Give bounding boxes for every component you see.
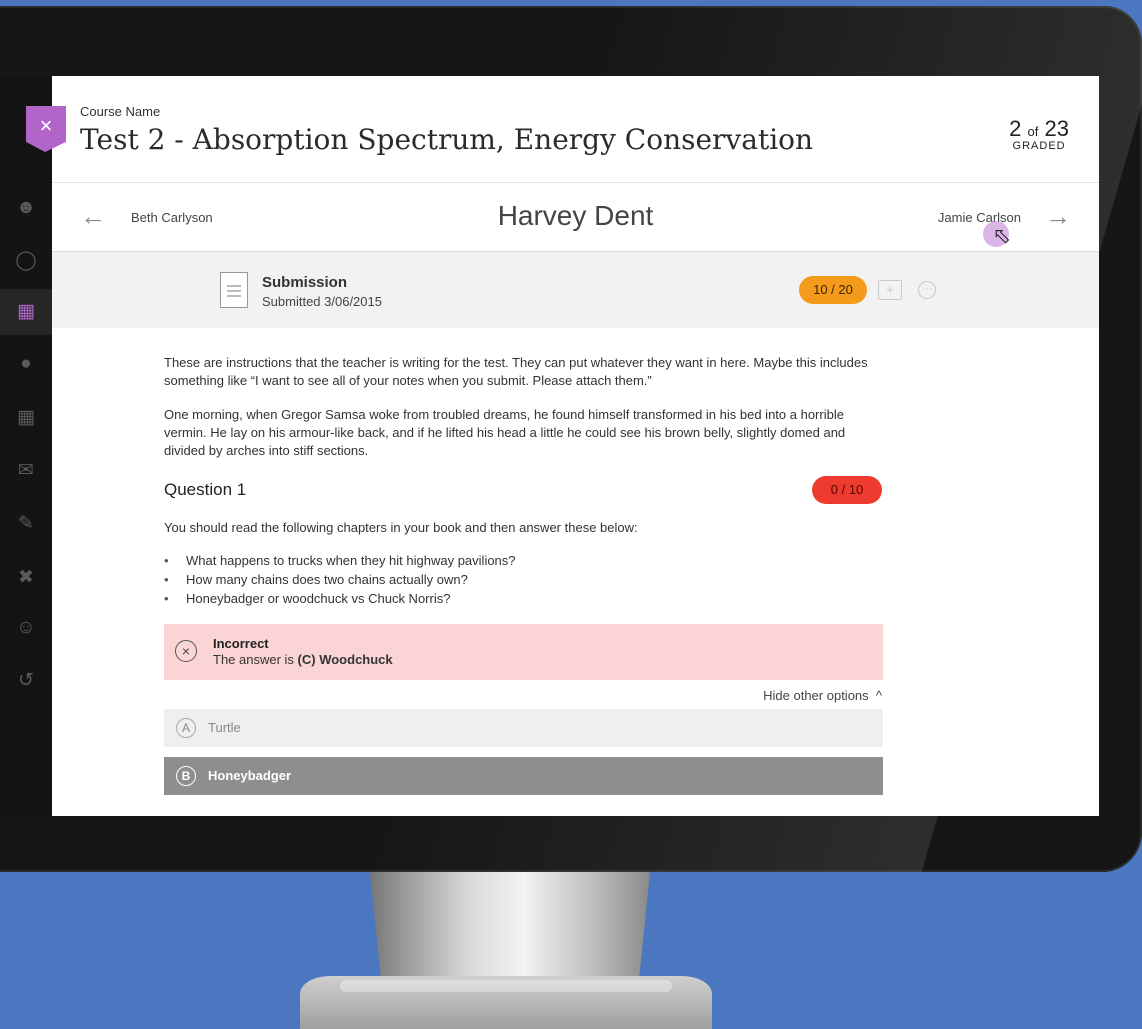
answer-option-a[interactable]: A Turtle: [164, 709, 883, 747]
monitor-stand: [300, 872, 712, 1029]
submission-score-badge[interactable]: 10 / 20: [799, 276, 867, 304]
submission-date: Submitted 3/06/2015: [262, 294, 382, 309]
result-title: Incorrect: [213, 636, 269, 651]
screen: ☻ ◯ ▦ ● ▦ ✉ ✎ ✖ ☺ ↺ Course Name Test 2 -…: [0, 76, 1099, 816]
list-item: • How many chains does two chains actuall…: [164, 572, 468, 587]
question-header: Question 1 0 / 10: [164, 476, 884, 506]
graded-label: GRADED: [1012, 140, 1066, 152]
account-icon[interactable]: ☺: [14, 616, 38, 640]
mail-icon[interactable]: ✉: [14, 459, 38, 483]
more-options-icon[interactable]: ⋯: [918, 281, 936, 299]
graded-counter: 2 of 23 GRADED: [1009, 116, 1069, 152]
chevron-up-icon: ^: [872, 688, 882, 703]
sidebar-nav: ☻ ◯ ▦ ● ▦ ✉ ✎ ✖ ☺ ↺: [0, 76, 52, 816]
submission-title: Submission: [262, 274, 348, 291]
groups-icon[interactable]: ●: [14, 352, 38, 376]
monitor-bezel: ☻ ◯ ▦ ● ▦ ✉ ✎ ✖ ☺ ↺ Course Name Test 2 -…: [0, 6, 1142, 872]
globe-icon[interactable]: ◯: [14, 249, 38, 273]
result-answer: The answer is (C) Woodchuck: [213, 652, 393, 667]
list-item: • What happens to trucks when they hit hi…: [164, 553, 516, 568]
instructions-text: These are instructions that the teacher …: [164, 355, 868, 388]
calendar-icon[interactable]: ▦: [14, 406, 38, 430]
graded-count: 2: [1009, 116, 1022, 141]
next-student-arrow-icon[interactable]: →: [1045, 201, 1071, 232]
close-icon: ×: [39, 113, 53, 138]
hide-options-toggle[interactable]: Hide other options ^: [164, 688, 884, 703]
logout-icon[interactable]: ↺: [14, 669, 38, 693]
course-name: Course Name: [80, 104, 161, 119]
document-icon: [220, 272, 248, 308]
page-header: Course Name Test 2 - Absorption Spectrum…: [52, 76, 1099, 183]
graded-total: 23: [1044, 116, 1069, 141]
story-text: One morning, when Gregor Samsa woke from…: [164, 407, 846, 458]
submission-bar: Submission Submitted 3/06/2015 10 / 20 +…: [52, 252, 1099, 328]
option-label: Turtle: [208, 720, 241, 735]
question-bullets: • What happens to trucks when they hit hi…: [164, 551, 884, 608]
tools-icon[interactable]: ✖: [14, 566, 38, 590]
question-title: Question 1: [164, 480, 247, 499]
option-label: Honeybadger: [208, 768, 292, 783]
option-letter: A: [176, 718, 196, 738]
graded-of: of: [1027, 124, 1039, 139]
grades-icon[interactable]: ✎: [14, 512, 38, 536]
question-text: You should read the following chapters i…: [164, 520, 638, 535]
submission-content: These are instructions that the teacher …: [164, 354, 884, 795]
option-letter: B: [176, 766, 196, 786]
page-title: Test 2 - Absorption Spectrum, Energy Con…: [80, 123, 814, 156]
incorrect-icon: ×: [175, 640, 197, 662]
question-score-badge[interactable]: 0 / 10: [812, 476, 882, 504]
stand-neck: [370, 872, 650, 982]
incorrect-result-banner: × Incorrect The answer is (C) Woodchuck: [164, 624, 883, 680]
list-item: • Honeybadger or woodchuck vs Chuck Norri…: [164, 591, 451, 606]
user-icon[interactable]: ☻: [14, 196, 38, 220]
mouse-cursor-icon: ⬁: [992, 223, 1011, 248]
student-navigation: ← Beth Carlyson Harvey Dent Jamie Carlso…: [52, 183, 1099, 252]
feedback-icon[interactable]: +: [878, 280, 902, 300]
answer-option-b[interactable]: B Honeybadger: [164, 757, 883, 795]
courses-icon[interactable]: ▦: [14, 300, 38, 324]
